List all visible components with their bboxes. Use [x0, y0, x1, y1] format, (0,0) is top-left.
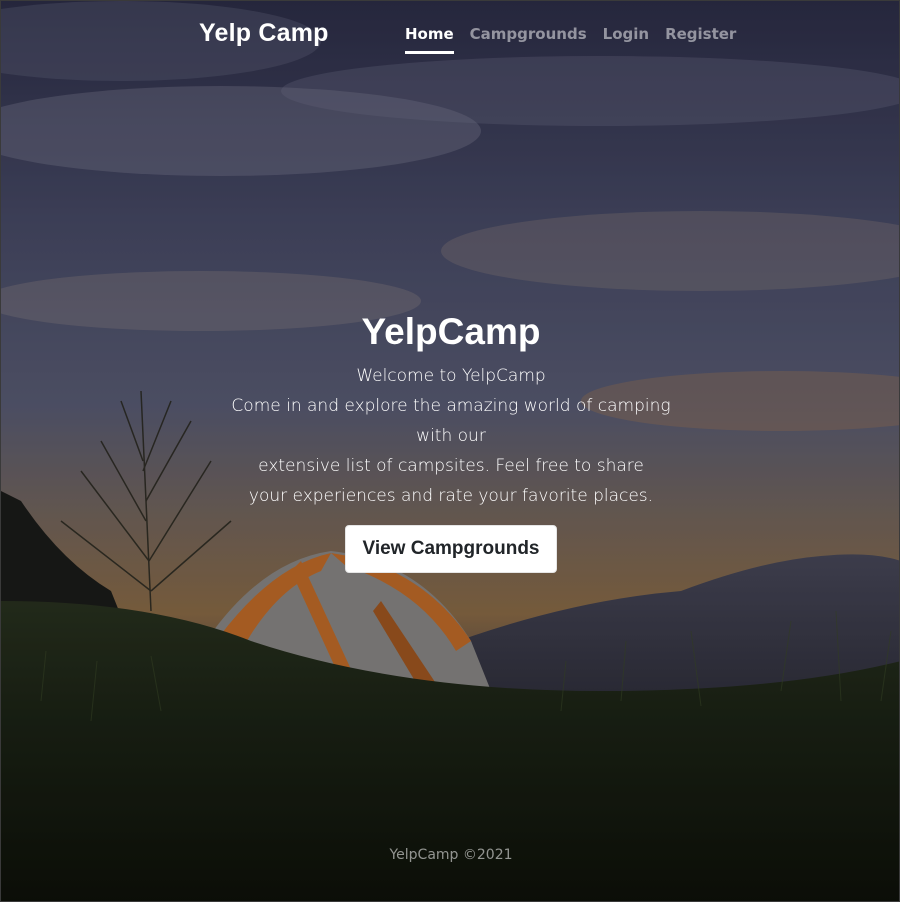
- nav-link-campgrounds[interactable]: Campgrounds: [470, 25, 587, 54]
- top-navbar: Yelp Camp Home Campgrounds Login Registe…: [199, 15, 736, 55]
- main-nav: Home Campgrounds Login Register: [405, 25, 752, 54]
- hero-description: Welcome to YelpCamp Come in and explore …: [211, 361, 691, 511]
- hero-line-welcome: Welcome to YelpCamp: [356, 366, 546, 386]
- hero-line-campsites: extensive list of campsites. Feel free t…: [258, 456, 644, 476]
- nav-link-login[interactable]: Login: [603, 25, 649, 54]
- hero-line-explore: Come in and explore the amazing world of…: [231, 396, 671, 446]
- hero-section: YelpCamp Welcome to YelpCamp Come in and…: [151, 311, 751, 573]
- hero-title: YelpCamp: [361, 311, 541, 352]
- landing-page: Yelp Camp Home Campgrounds Login Registe…: [0, 0, 900, 902]
- nav-link-home[interactable]: Home: [405, 25, 454, 54]
- nav-link-register[interactable]: Register: [665, 25, 736, 54]
- hero-line-experiences: your experiences and rate your favorite …: [248, 486, 654, 506]
- view-campgrounds-button[interactable]: View Campgrounds: [345, 525, 557, 573]
- page-footer: YelpCamp ©2021: [389, 847, 513, 863]
- brand-logo[interactable]: Yelp Camp: [199, 19, 329, 48]
